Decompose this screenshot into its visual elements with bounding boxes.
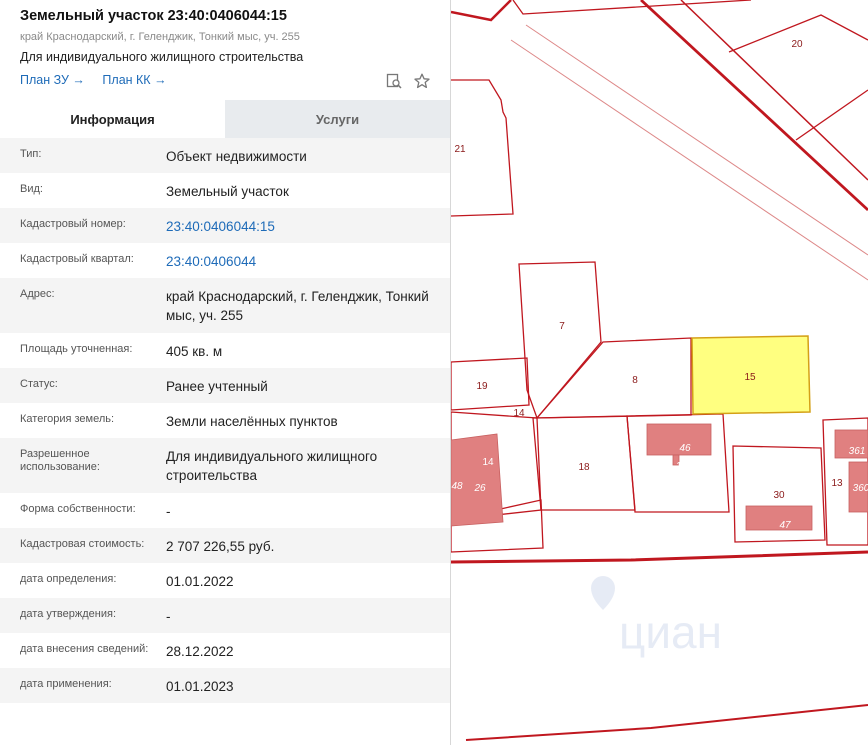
row-application-date: дата применения: 01.01.2023 (0, 668, 450, 703)
parcel-19-boundary (451, 357, 530, 411)
location-pin-icon (591, 576, 615, 610)
row-value: 01.01.2022 (166, 574, 234, 589)
row-approval-date: дата утверждения: - (0, 598, 450, 633)
row-label: Площадь уточненная: (20, 343, 133, 355)
row-label: Кадастровый номер: (20, 218, 126, 230)
row-label: дата внесения сведений: (20, 643, 149, 655)
parcel-7-boundary (518, 261, 602, 420)
row-label: Кадастровая стоимость: (20, 538, 145, 550)
road-boundary (465, 704, 868, 741)
tab-services[interactable]: Услуги (225, 100, 450, 138)
row-label: Категория земель: (20, 413, 115, 425)
row-ownership: Форма собственности: - (0, 493, 450, 528)
row-label: дата определения: (20, 573, 117, 585)
row-value: 2 707 226,55 руб. (166, 539, 275, 554)
building-label: 14 (482, 457, 494, 468)
row-value: Ранее учтенный (166, 379, 268, 394)
parcel-label: 21 (454, 144, 466, 155)
row-label: Разрешенное использование: (20, 448, 100, 473)
parcel-8-boundary (535, 337, 692, 419)
info-table: Тип: Объект недвижимости Вид: Земельный … (0, 138, 450, 703)
parcel-label: 7 (559, 321, 565, 332)
row-kind: Вид: Земельный участок (0, 173, 450, 208)
row-value: край Краснодарский, г. Геленджик, Тонкий… (166, 289, 429, 323)
plan-zu-link[interactable]: План ЗУ → (20, 73, 85, 87)
row-cadastral-quarter: Кадастровый квартал: 23:40:0406044 (0, 243, 450, 278)
parcel-label: 19 (476, 381, 488, 392)
building-label: 47 (779, 520, 791, 531)
watermark-text: циан (619, 606, 722, 658)
row-value: 405 кв. м (166, 344, 223, 359)
thin-line (525, 24, 868, 256)
plan-kk-link[interactable]: План КК → (102, 73, 166, 87)
row-area: Площадь уточненная: 405 кв. м (0, 333, 450, 368)
parcel-label: 18 (578, 462, 590, 473)
row-cadastral-number: Кадастровый номер: 23:40:0406044:15 (0, 208, 450, 243)
row-cadastral-value: Кадастровая стоимость: 2 707 226,55 руб. (0, 528, 450, 563)
row-label: дата утверждения: (20, 608, 117, 620)
star-icon[interactable] (414, 73, 430, 89)
parcel-label: 14 (513, 408, 525, 419)
parcel-label: 30 (773, 490, 785, 501)
row-label: Адрес: (20, 288, 55, 300)
row-value: - (166, 609, 171, 624)
building-label: 46 (679, 443, 691, 454)
row-value: - (166, 504, 171, 519)
parcel-address: край Краснодарский, г. Геленджик, Тонкий… (20, 31, 300, 43)
building-label: 26 (473, 483, 486, 494)
parcel-label: 8 (632, 375, 638, 386)
row-label: Статус: (20, 378, 58, 390)
row-label: Вид: (20, 183, 43, 195)
building-label: 48 (451, 481, 463, 492)
row-value: Объект недвижимости (166, 149, 307, 164)
building-label: 1 (676, 461, 682, 472)
header-actions (386, 73, 430, 89)
building-label: 361 (849, 446, 866, 457)
panel-header: Земельный участок 23:40:0406044:15 край … (0, 0, 450, 100)
parcel-label: 15 (744, 372, 756, 383)
building-48 (451, 433, 504, 527)
parcel-boundary (795, 89, 868, 141)
parcel-boundary (512, 0, 752, 15)
map-canvas[interactable]: 20 21 7 8 15 19 14 18 46 1 30 47 13 48 2… (451, 0, 868, 745)
row-value: Земельный участок (166, 184, 289, 199)
parcel-boundary (451, 0, 512, 22)
parcel-boundary (680, 0, 868, 181)
cadastral-quarter-link[interactable]: 23:40:0406044 (166, 243, 438, 278)
plan-links: План ЗУ → План КК → (20, 72, 430, 88)
tab-bar: Информация Услуги (0, 100, 450, 138)
row-status: Статус: Ранее учтенный (0, 368, 450, 403)
building-label: 360 (853, 483, 868, 494)
row-label: Кадастровый квартал: (20, 253, 134, 265)
info-panel: Земельный участок 23:40:0406044:15 край … (0, 0, 451, 745)
search-document-icon[interactable] (386, 73, 402, 89)
cadastral-map-app: Земельный участок 23:40:0406044:15 край … (0, 0, 868, 745)
row-determination-date: дата определения: 01.01.2022 (0, 563, 450, 598)
row-label: дата применения: (20, 678, 112, 690)
row-entry-date: дата внесения сведений: 28.12.2022 (0, 633, 450, 668)
row-value: 01.01.2023 (166, 679, 234, 694)
row-value: 28.12.2022 (166, 644, 234, 659)
parcel-purpose: Для индивидуального жилищного строительс… (20, 50, 304, 64)
row-land-category: Категория земель: Земли населённых пункт… (0, 403, 450, 438)
row-label: Форма собственности: (20, 503, 136, 515)
parcel-label: 13 (831, 478, 843, 489)
parcel-title: Земельный участок 23:40:0406044:15 (20, 8, 287, 24)
row-value: Для индивидуального жилищного строительс… (166, 449, 378, 483)
cadastral-map[interactable]: 20 21 7 8 15 19 14 18 46 1 30 47 13 48 2… (451, 0, 868, 745)
cian-watermark: циан (591, 576, 722, 658)
tab-information[interactable]: Информация (0, 100, 225, 138)
row-address: Адрес: край Краснодарский, г. Геленджик,… (0, 278, 450, 333)
row-value: Земли населённых пунктов (166, 414, 338, 429)
parcel-label: 20 (791, 39, 803, 50)
cadastral-number-link[interactable]: 23:40:0406044:15 (166, 208, 438, 243)
row-permitted-use: Разрешенное использование: Для индивидуа… (0, 438, 450, 493)
row-type: Тип: Объект недвижимости (0, 138, 450, 173)
road-boundary (451, 550, 868, 564)
row-label: Тип: (20, 148, 42, 160)
